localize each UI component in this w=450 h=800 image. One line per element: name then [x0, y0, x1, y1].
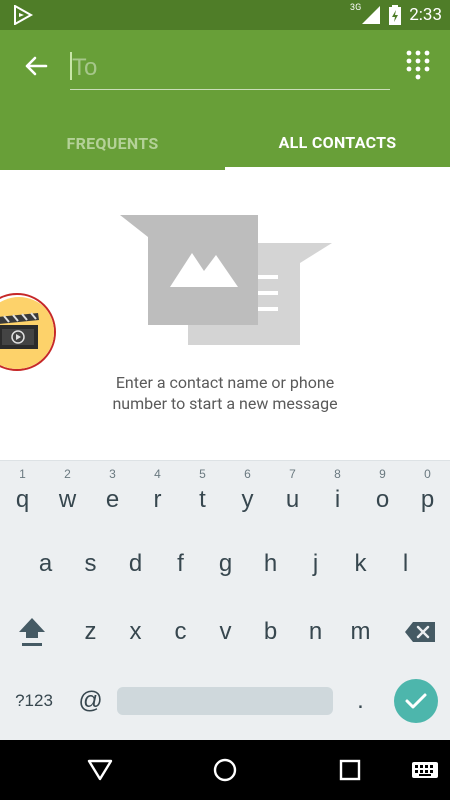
key-j[interactable]: j: [293, 533, 338, 595]
key-c[interactable]: c: [158, 601, 203, 663]
key-d[interactable]: d: [113, 533, 158, 595]
battery-charging-icon: [389, 5, 402, 25]
backspace-icon: [405, 622, 435, 642]
key-label: p: [420, 486, 435, 513]
empty-conversation-illustration: [120, 215, 332, 345]
back-triangle-icon[interactable]: [85, 755, 115, 785]
key-s[interactable]: s: [68, 533, 113, 595]
key-label: q: [15, 486, 30, 513]
signal-icon: [362, 6, 381, 24]
key-g[interactable]: g: [203, 533, 248, 595]
recents-square-icon[interactable]: [335, 755, 365, 785]
key-h[interactable]: h: [248, 533, 293, 595]
key-hint: 4: [154, 467, 161, 481]
status-bar: 3G 2:33: [0, 0, 450, 30]
key-u[interactable]: 7 u: [270, 467, 315, 531]
key-y[interactable]: 6 y: [225, 467, 270, 531]
key-l[interactable]: l: [383, 533, 428, 595]
key-hint: 3: [109, 467, 116, 481]
key-label: o: [375, 486, 390, 513]
navigation-bar: [0, 740, 450, 800]
at-key[interactable]: @: [68, 671, 113, 731]
empty-state-line-1: Enter a contact name or phone: [115, 373, 335, 392]
recipient-input[interactable]: [70, 48, 390, 88]
key-hint: 7: [289, 467, 296, 481]
checkmark-icon: [405, 693, 427, 709]
key-w[interactable]: 2 w: [45, 467, 90, 531]
key-a[interactable]: a: [23, 533, 68, 595]
tab-frequents[interactable]: FREQUENTS: [0, 117, 225, 170]
key-b[interactable]: b: [248, 601, 293, 663]
enter-key[interactable]: [394, 679, 438, 723]
key-label: i: [334, 486, 341, 513]
clapperboard-icon: [0, 297, 54, 369]
key-label: w: [58, 486, 77, 513]
key-hint: 1: [19, 467, 26, 481]
play-store-notification-icon: [14, 5, 34, 25]
contact-tabs: FREQUENTS ALL CONTACTS: [0, 117, 450, 170]
period-key[interactable]: .: [338, 671, 383, 731]
key-x[interactable]: x: [113, 601, 158, 663]
app-toolbar: FREQUENTS ALL CONTACTS: [0, 30, 450, 170]
key-label: r: [153, 486, 162, 513]
contacts-empty-state: Enter a contact name or phone number to …: [0, 170, 450, 460]
key-label: y: [241, 486, 254, 513]
key-n[interactable]: n: [293, 601, 338, 663]
key-t[interactable]: 5 t: [180, 467, 225, 531]
key-o[interactable]: 9 o: [360, 467, 405, 531]
soft-keyboard: 1 q 2 w 3 e 4 r 5 t 6 y 7 u 8 i 9 o 0 p …: [0, 460, 450, 740]
home-circle-icon[interactable]: [210, 755, 240, 785]
key-hint: 0: [424, 467, 431, 481]
key-hint: 9: [379, 467, 386, 481]
keyboard-switch-icon[interactable]: [410, 755, 440, 785]
space-bar[interactable]: [117, 687, 333, 715]
shift-arrow-icon: [19, 618, 45, 646]
key-z[interactable]: z: [68, 601, 113, 663]
key-label: u: [285, 486, 300, 513]
empty-state-line-2: number to start a new message: [112, 394, 338, 413]
key-p[interactable]: 0 p: [405, 467, 450, 531]
key-e[interactable]: 3 e: [90, 467, 135, 531]
key-hint: 5: [199, 467, 206, 481]
key-label: t: [199, 486, 206, 513]
key-r[interactable]: 4 r: [135, 467, 180, 531]
symbols-key[interactable]: ?123: [6, 671, 62, 731]
shift-key[interactable]: [8, 601, 56, 663]
backspace-key[interactable]: [396, 601, 444, 663]
empty-state-message: Enter a contact name or phone number to …: [0, 372, 450, 414]
tab-all-contacts[interactable]: ALL CONTACTS: [225, 117, 450, 170]
key-k[interactable]: k: [338, 533, 383, 595]
key-v[interactable]: v: [203, 601, 248, 663]
key-hint: 2: [64, 467, 71, 481]
back-arrow-icon[interactable]: [20, 50, 52, 82]
key-i[interactable]: 8 i: [315, 467, 360, 531]
key-m[interactable]: m: [338, 601, 383, 663]
recipient-field[interactable]: [70, 48, 390, 90]
key-q[interactable]: 1 q: [0, 467, 45, 531]
key-f[interactable]: f: [158, 533, 203, 595]
floating-video-app-bubble[interactable]: [0, 293, 56, 371]
dialpad-icon[interactable]: [406, 50, 430, 80]
clock: 2:33: [409, 5, 442, 25]
key-hint: 6: [244, 467, 251, 481]
key-hint: 8: [334, 467, 341, 481]
key-label: e: [105, 486, 120, 513]
network-type-label: 3G: [350, 3, 362, 13]
